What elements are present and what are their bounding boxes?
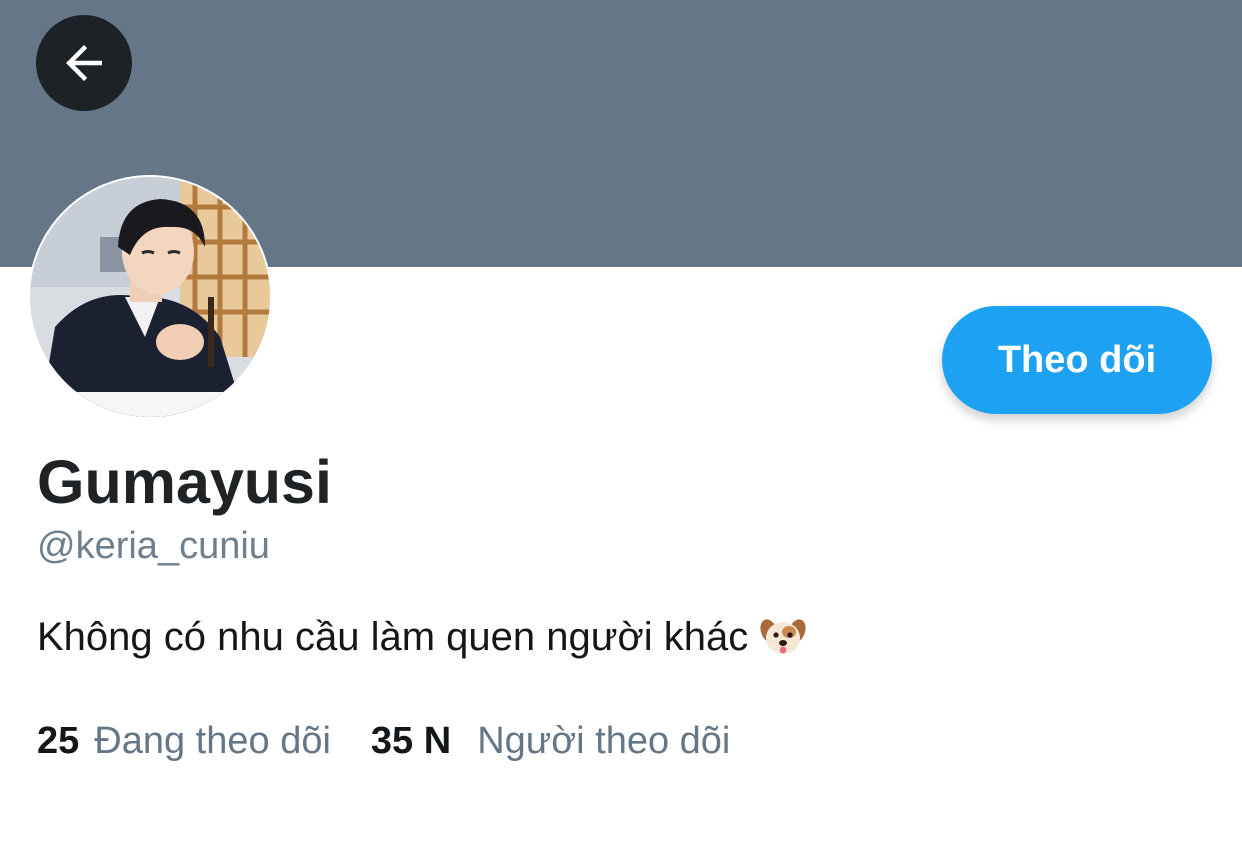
profile-stats: 25 Đang theo dõi 35 N Người theo dõi (37, 722, 730, 760)
following-stat[interactable]: 25 Đang theo dõi (37, 722, 331, 760)
back-button[interactable] (36, 15, 132, 111)
follow-button[interactable]: Theo dõi (942, 306, 1212, 414)
bio-text: Không có nhu cầu làm quen người khác (37, 615, 749, 659)
followers-label: Người theo dõi (477, 720, 731, 762)
followers-count: 35 N (370, 720, 452, 762)
bio: Không có nhu cầu làm quen người khác (37, 614, 806, 660)
avatar[interactable] (30, 177, 270, 417)
following-count: 25 (37, 720, 80, 762)
following-label: Đang theo dõi (94, 720, 331, 762)
user-handle: @keria_cuniu (37, 525, 270, 567)
display-name: Gumayusi (37, 448, 332, 516)
arrow-left-icon (57, 36, 111, 90)
followers-stat[interactable]: 35 N Người theo dõi (371, 722, 730, 760)
dog-face-emoji-icon (760, 614, 806, 660)
